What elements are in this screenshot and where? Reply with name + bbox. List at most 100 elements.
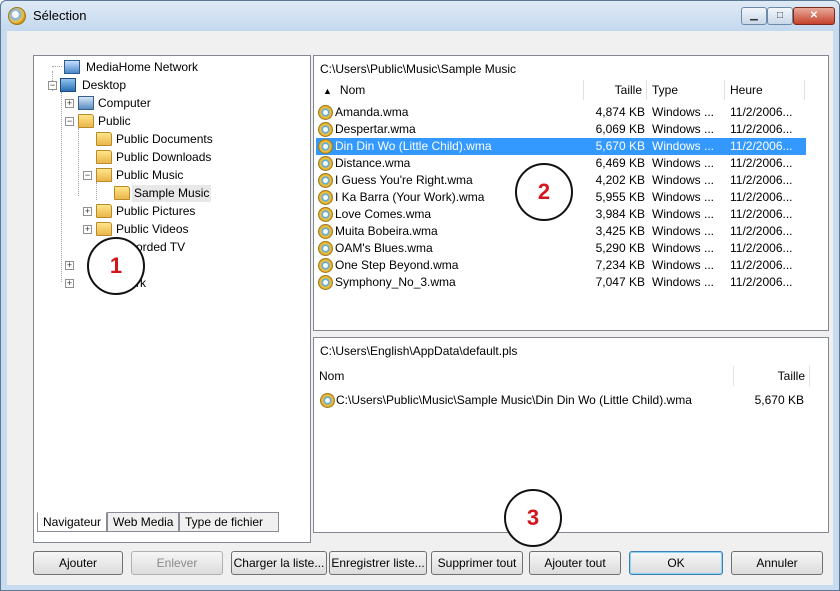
tree-item-network[interactable]: + rk [34, 275, 304, 292]
file-time: 11/2/2006... [730, 105, 793, 119]
tree-item-label: Public Videos [116, 222, 189, 236]
tab-type-de-fichier[interactable]: Type de fichier [179, 512, 279, 532]
tree-item-sample-music[interactable]: Sample Music [34, 185, 304, 202]
audio-file-icon [318, 173, 333, 188]
playlist-row[interactable]: C:\Users\Public\Music\Sample Music\Din D… [316, 392, 816, 409]
tree-item-public-videos[interactable]: + Public Videos [34, 221, 304, 238]
folder-icon [78, 114, 94, 128]
tree-item-recorded-tv[interactable]: orded TV [34, 239, 304, 256]
load-list-button[interactable]: Charger la liste... [231, 551, 327, 575]
add-button[interactable]: Ajouter [33, 551, 123, 575]
file-row[interactable]: OAM's Blues.wma 5,290 KB Windows ... 11/2/2… [316, 240, 806, 257]
playlist-list[interactable]: C:\Users\English\AppData\default.pls Nom… [313, 337, 829, 533]
file-name: One Step Beyond.wma [335, 258, 459, 272]
ok-button[interactable]: OK [629, 551, 723, 575]
file-row[interactable]: One Step Beyond.wma 7,234 KB Windows ... 11… [316, 257, 806, 274]
tree-item-desktop[interactable]: − Desktop [34, 77, 304, 94]
audio-file-icon [318, 105, 333, 120]
playlist-path: C:\Users\English\AppData\default.pls [320, 344, 518, 358]
expand-icon[interactable]: + [83, 207, 92, 216]
file-row[interactable]: Din Din Wo (Little Child).wma 5,670 KB Win… [316, 138, 806, 155]
tree-item-public[interactable]: − Public [34, 113, 304, 130]
collapse-icon[interactable]: − [83, 171, 92, 180]
close-button[interactable]: ✕ [793, 7, 835, 25]
file-name: Amanda.wma [335, 105, 409, 119]
file-row[interactable]: Amanda.wma 4,874 KB Windows ... 11/2/2006..… [316, 104, 806, 121]
title-bar[interactable]: Sélection ▁ □ ✕ [1, 1, 839, 31]
file-row[interactable]: Muita Bobeira.wma 3,425 KB Windows ... 11/2… [316, 223, 806, 240]
browser-path: C:\Users\Public\Music\Sample Music [320, 62, 517, 76]
collapse-icon[interactable]: − [65, 117, 74, 126]
computer-icon [78, 96, 94, 110]
audio-file-icon [318, 156, 333, 171]
file-size: 6,469 KB [595, 156, 645, 170]
tree-item-label: MediaHome Network [86, 60, 199, 74]
tree-item-public-music[interactable]: − Public Music [34, 167, 304, 184]
file-type: Windows ... [652, 190, 715, 204]
tree-item-label: Public Music [116, 168, 184, 182]
selection-dialog: Sélection ▁ □ ✕ MediaHome Network − Desk… [0, 0, 840, 591]
expand-icon[interactable]: + [65, 261, 74, 270]
tree-item-collapsed[interactable]: + [34, 257, 304, 274]
dialog-client-area: MediaHome Network − Desktop + Computer −… [7, 31, 833, 585]
file-name: OAM's Blues.wma [335, 241, 433, 255]
file-name: Din Din Wo (Little Child).wma [335, 139, 492, 153]
file-size: 5,670 KB [595, 139, 645, 153]
file-size: 7,234 KB [595, 258, 645, 272]
tree-item-mediahome-network[interactable]: MediaHome Network [34, 59, 304, 76]
tree-item-public-downloads[interactable]: Public Downloads [34, 149, 304, 166]
remove-all-button[interactable]: Supprimer tout [431, 551, 523, 575]
column-header-taille[interactable]: Taille [584, 80, 647, 100]
file-type: Windows ... [652, 241, 715, 255]
tree-item-label: Computer [98, 96, 151, 110]
tree-item-public-pictures[interactable]: + Public Pictures [34, 203, 304, 220]
file-type: Windows ... [652, 139, 715, 153]
file-time: 11/2/2006... [730, 275, 793, 289]
tree-item-label: Public Downloads [116, 150, 212, 164]
file-name: Despertar.wma [335, 122, 416, 136]
column-header-nom[interactable]: Nom [314, 366, 734, 386]
expand-icon[interactable]: + [83, 225, 92, 234]
expand-icon[interactable]: + [65, 279, 74, 288]
playlist-file-name: C:\Users\Public\Music\Sample Music\Din D… [336, 393, 692, 407]
file-name: Muita Bobeira.wma [335, 224, 438, 238]
maximize-button[interactable]: □ [767, 7, 793, 25]
expand-icon[interactable]: + [65, 99, 74, 108]
audio-file-icon [318, 224, 333, 239]
tab-navigateur[interactable]: Navigateur [37, 512, 107, 532]
tab-web-media[interactable]: Web Media [107, 512, 179, 532]
remove-button[interactable]: Enlever [131, 551, 223, 575]
file-time: 11/2/2006... [730, 156, 793, 170]
file-type: Windows ... [652, 224, 715, 238]
cancel-button[interactable]: Annuler [731, 551, 823, 575]
file-name: Symphony_No_3.wma [335, 275, 456, 289]
network-icon [64, 60, 80, 74]
folder-icon [96, 204, 112, 218]
column-header-nom[interactable]: ▲ Nom [314, 80, 584, 100]
audio-file-icon [318, 275, 333, 290]
audio-file-icon [318, 241, 333, 256]
collapse-icon[interactable]: − [48, 81, 57, 90]
navigator-tree[interactable]: MediaHome Network − Desktop + Computer −… [33, 55, 311, 543]
file-time: 11/2/2006... [730, 173, 793, 187]
add-all-button[interactable]: Ajouter tout [529, 551, 621, 575]
audio-file-icon [318, 207, 333, 222]
column-header-taille[interactable]: Taille [734, 366, 810, 386]
file-row[interactable]: Despertar.wma 6,069 KB Windows ... 11/2/200… [316, 121, 806, 138]
file-type: Windows ... [652, 207, 715, 221]
folder-icon [96, 132, 112, 146]
column-header-heure[interactable]: Heure [725, 80, 805, 100]
column-header-type[interactable]: Type [647, 80, 725, 100]
file-row[interactable]: Symphony_No_3.wma 7,047 KB Windows ... 11/2… [316, 274, 806, 291]
callout-1: 1 [87, 237, 145, 295]
file-type: Windows ... [652, 156, 715, 170]
tree-item-computer[interactable]: + Computer [34, 95, 304, 112]
minimize-button[interactable]: ▁ [741, 7, 767, 25]
tree-item-label: Sample Music [132, 185, 212, 202]
file-size: 7,047 KB [595, 275, 645, 289]
save-list-button[interactable]: Enregistrer liste... [329, 551, 427, 575]
file-size: 4,202 KB [595, 173, 645, 187]
tree-item-public-documents[interactable]: Public Documents [34, 131, 304, 148]
desktop-icon [60, 78, 76, 92]
tree-item-label: Public [98, 114, 131, 128]
